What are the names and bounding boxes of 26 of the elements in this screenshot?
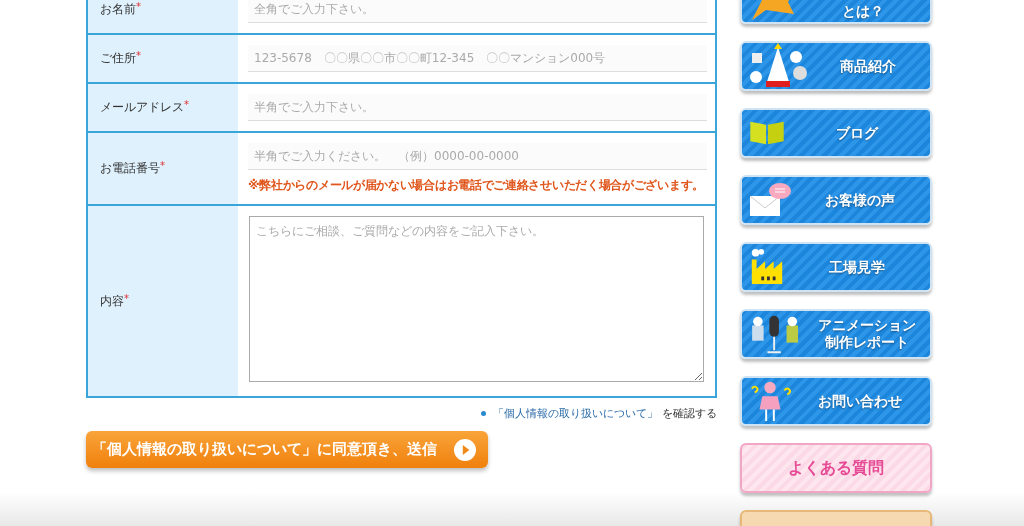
field-label: お名前* (100, 1, 141, 18)
field-label: メールアドレス* (100, 99, 189, 116)
field-label: 内容* (100, 292, 129, 310)
field-label: お電話番号* (100, 160, 165, 177)
privacy-text: を確認する (662, 406, 717, 421)
nav-button[interactable]: お問い合わせ (740, 376, 932, 426)
figures-icon (748, 43, 808, 89)
submit-button[interactable]: 「個人情報の取り扱いについて」に同意頂き、送信 (86, 431, 488, 468)
input-field[interactable]: 全角でご入力下さい。 (248, 0, 707, 23)
nav-button[interactable]: アニメーション 制作レポート (740, 309, 932, 359)
nav-button[interactable]: 商品紹介 (740, 41, 932, 91)
nav-button[interactable]: お客様の声 (740, 175, 932, 225)
nav-button[interactable]: とは？ (740, 0, 932, 24)
mail-icon (748, 182, 792, 218)
nav-button[interactable]: よくある質問 (740, 443, 932, 493)
privacy-link[interactable]: 「個人情報の取り扱いについて」 (493, 406, 658, 421)
input-field[interactable]: 半角でご入力下さい。 (248, 94, 707, 121)
input-field[interactable]: 半角でご入力ください。 （例）0000-00-0000 (248, 143, 707, 170)
nav-button[interactable]: 工場見学 (740, 242, 932, 292)
message-field[interactable]: こちらにご相談、ご質問などの内容をご記入下さい。 (249, 216, 704, 382)
book-icon (748, 120, 786, 146)
play-icon (454, 438, 476, 461)
bullet-icon (481, 411, 486, 416)
nav-button[interactable]: ブログ (740, 108, 932, 158)
field-label: ご住所* (100, 50, 141, 67)
notice-text: ※弊社からのメールが届かない場合はお電話でご連絡させいただく場合がございます。 (248, 177, 705, 194)
